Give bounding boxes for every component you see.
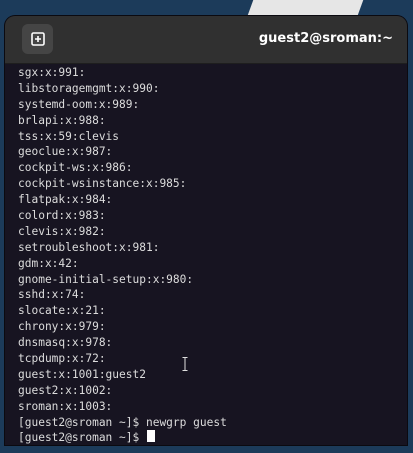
new-tab-button[interactable] — [22, 24, 53, 54]
window-titlebar[interactable]: guest2@sroman:~ — [5, 16, 407, 64]
terminal-line: tcpdump:x:72: — [18, 352, 106, 366]
terminal-line: flatpak:x:984: — [18, 193, 113, 207]
terminal-line: guest:x:1001:guest2 — [18, 367, 146, 381]
terminal-line: systemd-oom:x:989: — [18, 97, 140, 111]
terminal-line: chrony:x:979: — [18, 320, 106, 334]
terminal-line: brlapi:x:988: — [18, 113, 106, 127]
terminal-line: gnome-initial-setup:x:980: — [18, 272, 194, 286]
terminal-line: tss:x:59:clevis — [18, 129, 120, 143]
window-title: guest2@sroman:~ — [258, 31, 393, 46]
terminal-line: gdm:x:42: — [18, 256, 79, 270]
text-cursor-icon — [182, 356, 188, 371]
terminal-line: clevis:x:982: — [18, 224, 106, 238]
new-tab-icon — [30, 32, 45, 46]
terminal-line: slocate:x:21: — [18, 304, 106, 318]
terminal-output[interactable]: sgx:x:991: libstoragemgmt:x:990: systemd… — [18, 65, 404, 445]
shell-prompt: [guest2@sroman ~]$ — [18, 431, 146, 445]
terminal-line: geoclue:x:987: — [18, 145, 113, 159]
terminal-prompt-line[interactable]: [guest2@sroman ~]$ — [18, 430, 404, 445]
terminal-line: sshd:x:74: — [18, 288, 86, 302]
terminal-cursor — [146, 430, 155, 443]
terminal-line: setroubleshoot:x:981: — [18, 240, 160, 254]
terminal-line: [guest2@sroman ~]$ newgrp guest — [18, 415, 227, 429]
terminal-line: cockpit-wsinstance:x:985: — [18, 177, 187, 191]
terminal-line: colord:x:983: — [18, 209, 106, 223]
terminal-window: guest2@sroman:~ sgx:x:991: libstoragemgm… — [5, 16, 407, 445]
terminal-line: sgx:x:991: — [18, 66, 86, 79]
terminal-line: sroman:x:1003: — [18, 399, 113, 413]
terminal-line: cockpit-ws:x:986: — [18, 161, 133, 175]
terminal-line: guest2:x:1002: — [18, 383, 113, 397]
terminal-line: dnsmasq:x:978: — [18, 336, 113, 350]
terminal-line: libstoragemgmt:x:990: — [18, 81, 160, 95]
